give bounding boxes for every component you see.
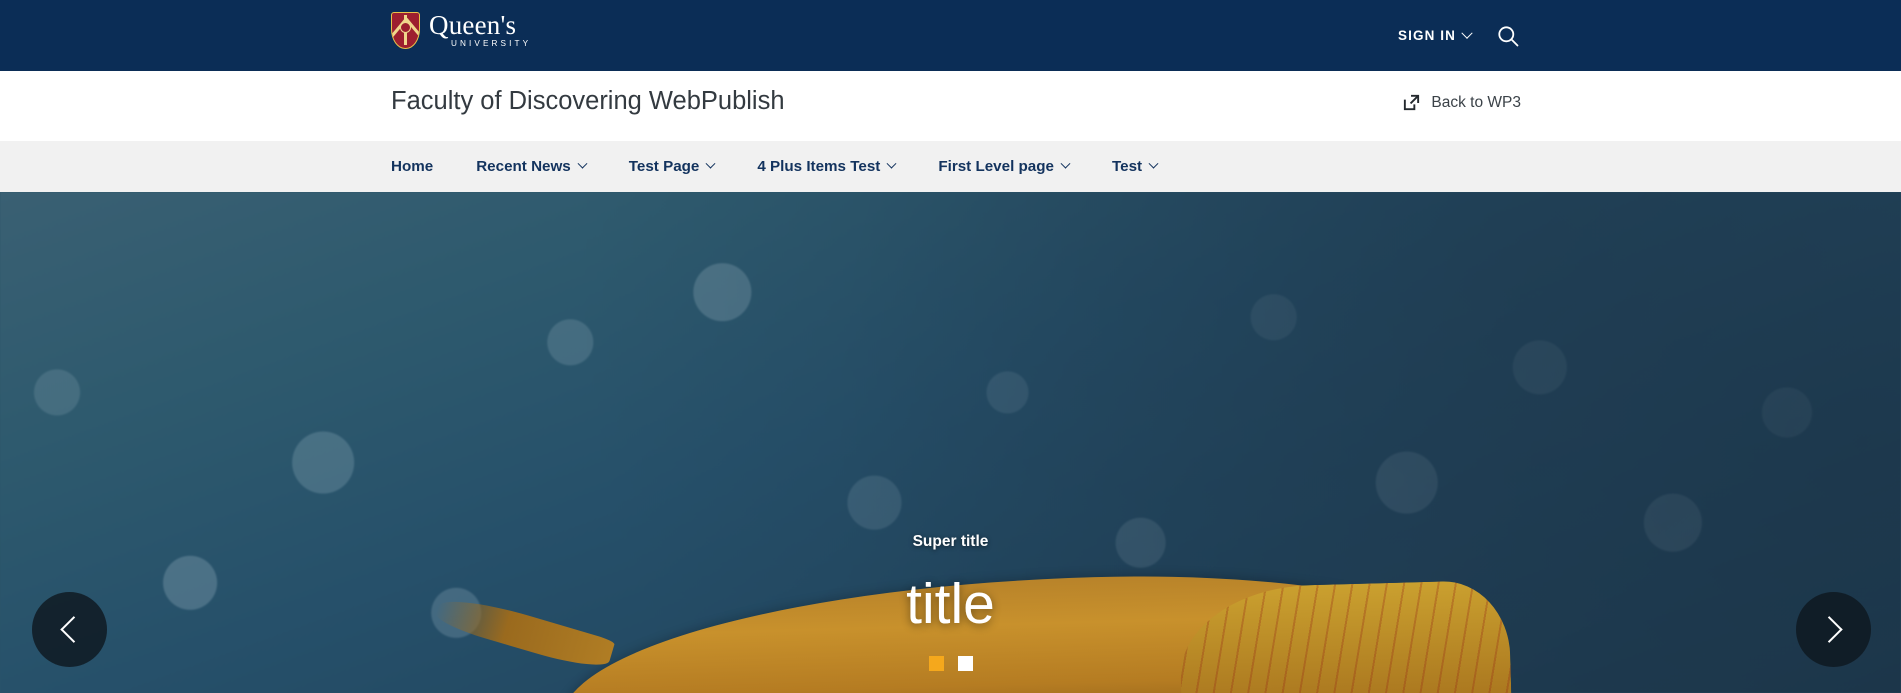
chevron-down-icon	[1461, 27, 1473, 39]
brand-subname: UNIVERSITY	[451, 39, 532, 49]
main-navigation: Home Recent News Test Page 4 Plus Items …	[0, 141, 1901, 192]
site-title-row: Faculty of Discovering WebPublish Back t…	[0, 71, 1901, 141]
hero-carousel: Super title title subtitle Go Home	[0, 192, 1901, 693]
chevron-left-icon	[60, 616, 88, 643]
nav-item-label: Test Page	[628, 158, 700, 175]
top-navy-bar: Queen's UNIVERSITY SIGN IN	[0, 0, 1901, 71]
back-to-wp3-link[interactable]: Back to WP3	[1402, 93, 1521, 112]
search-button[interactable]	[1495, 23, 1521, 49]
carousel-indicator-2[interactable]	[957, 656, 973, 671]
back-to-wp3-label: Back to WP3	[1431, 93, 1521, 111]
carousel-indicator-1[interactable]	[928, 656, 944, 671]
search-icon	[1498, 25, 1519, 46]
nav-item-label: First Level page	[938, 158, 1054, 175]
nav-item-label: Test	[1111, 158, 1143, 175]
nav-item-recent-news[interactable]: Recent News	[476, 158, 588, 175]
nav-item-test-page[interactable]: Test Page	[628, 158, 716, 175]
nav-item-first-level-page[interactable]: First Level page	[938, 158, 1071, 175]
nav-item-label: Recent News	[476, 158, 571, 175]
chevron-down-icon	[577, 158, 588, 169]
hero-title: title	[906, 572, 995, 636]
chevron-down-icon	[1148, 158, 1159, 169]
chevron-down-icon	[886, 158, 897, 169]
nav-item-label: 4 Plus Items Test	[757, 158, 881, 175]
external-link-icon	[1404, 94, 1420, 111]
hero-super-title: Super title	[912, 533, 989, 550]
carousel-indicators	[0, 656, 1901, 671]
chevron-down-icon	[705, 158, 716, 169]
page-title: Faculty of Discovering WebPublish	[391, 87, 785, 115]
nav-item-4-plus-items-test[interactable]: 4 Plus Items Test	[757, 158, 897, 175]
queens-shield-icon	[391, 12, 420, 49]
chevron-right-icon	[1815, 616, 1843, 643]
chevron-down-icon	[1060, 158, 1071, 169]
sign-in-menu[interactable]: SIGN IN	[1398, 27, 1473, 43]
nav-item-label: Home	[391, 158, 434, 175]
sign-in-label: SIGN IN	[1398, 28, 1456, 43]
nav-item-home[interactable]: Home	[391, 158, 433, 175]
brand-name: Queen's	[429, 10, 517, 41]
brand-wordmark: Queen's UNIVERSITY	[429, 12, 531, 48]
topbar-actions: SIGN IN	[1398, 0, 1521, 71]
nav-item-test[interactable]: Test	[1111, 158, 1159, 175]
queens-university-logo[interactable]: Queen's UNIVERSITY	[391, 12, 531, 49]
